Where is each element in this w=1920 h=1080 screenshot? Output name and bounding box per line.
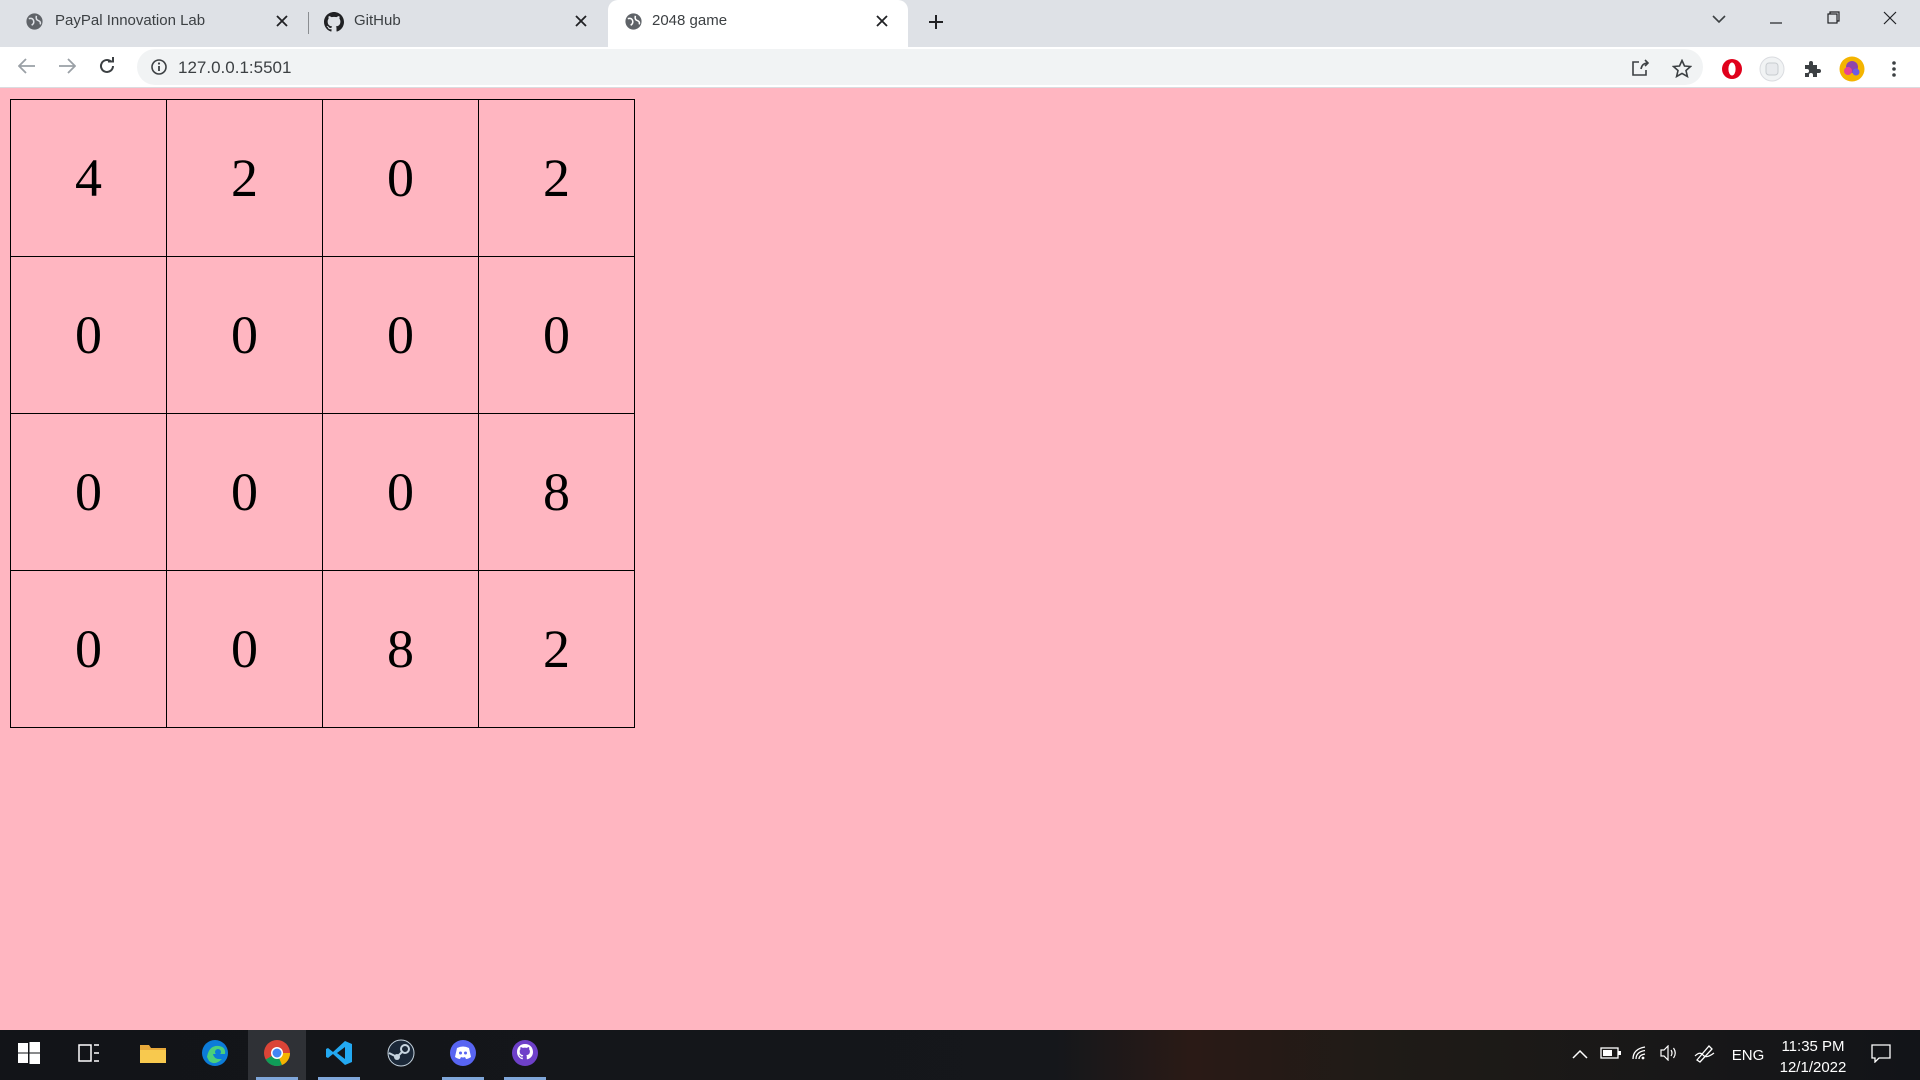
clock-date: 12/1/2022 <box>1779 1059 1847 1076</box>
info-icon[interactable] <box>150 58 168 76</box>
extension-icon[interactable] <box>1758 55 1786 83</box>
pen-icon <box>1694 1043 1716 1068</box>
vscode-button[interactable] <box>310 1030 368 1080</box>
chrome-icon <box>263 1039 291 1072</box>
vscode-icon <box>325 1039 353 1072</box>
battery-button[interactable] <box>1598 1030 1624 1080</box>
grid-cell: 0 <box>322 413 479 571</box>
grid-cell: 0 <box>10 413 167 571</box>
board-row: 4 2 0 2 <box>10 99 635 257</box>
grid-cell: 8 <box>322 570 479 728</box>
tab-paypal[interactable]: PayPal Innovation Lab <box>0 0 304 42</box>
grid-cell: 0 <box>10 570 167 728</box>
discord-icon <box>449 1039 477 1072</box>
volume-button[interactable] <box>1656 1030 1682 1080</box>
wifi-icon <box>1631 1045 1651 1066</box>
forward-button[interactable] <box>52 53 82 83</box>
board-row: 0 0 8 2 <box>10 570 635 728</box>
start-button[interactable] <box>0 1030 58 1080</box>
tab-github[interactable]: GitHub <box>307 0 607 42</box>
windows-taskbar: ENG 11:35 PM 12/1/2022 <box>0 1030 1920 1080</box>
address-bar[interactable]: 127.0.0.1:5501 <box>137 49 1703 85</box>
github-desktop-button[interactable] <box>496 1030 554 1080</box>
chrome-button[interactable] <box>248 1030 306 1080</box>
close-icon[interactable] <box>272 11 292 31</box>
battery-icon <box>1600 1046 1622 1065</box>
chevron-up-icon <box>1572 1046 1588 1064</box>
task-view-button[interactable] <box>60 1030 118 1080</box>
grid-cell: 0 <box>478 256 635 414</box>
globe-icon <box>25 12 44 31</box>
grid-cell: 0 <box>166 570 323 728</box>
board-row: 0 0 0 0 <box>10 256 635 414</box>
grid-cell: 2 <box>166 99 323 257</box>
grid-cell: 4 <box>10 99 167 257</box>
github-icon <box>324 12 344 32</box>
menu-kebab-icon[interactable] <box>1880 55 1908 83</box>
grid-cell: 0 <box>166 413 323 571</box>
network-button[interactable] <box>1628 1030 1654 1080</box>
new-tab-button[interactable] <box>923 9 949 35</box>
tab-title: 2048 game <box>652 12 728 29</box>
bookmark-star-icon[interactable] <box>1670 56 1694 80</box>
minimize-button[interactable] <box>1756 6 1796 34</box>
extensions-puzzle-icon[interactable] <box>1798 55 1826 83</box>
close-icon[interactable] <box>571 11 591 31</box>
notification-icon <box>1871 1043 1891 1068</box>
grid-cell: 8 <box>478 413 635 571</box>
tab-strip: PayPal Innovation Lab GitHub 2048 game <box>0 0 1920 47</box>
game-board: 4 2 0 2 0 0 0 0 0 0 0 8 0 0 8 2 <box>10 99 635 728</box>
show-hidden-icons-button[interactable] <box>1568 1030 1592 1080</box>
steam-button[interactable] <box>372 1030 430 1080</box>
arrow-right-icon <box>58 57 77 79</box>
share-icon[interactable] <box>1629 56 1653 80</box>
grid-cell: 0 <box>322 256 479 414</box>
windows-start-icon <box>18 1041 40 1069</box>
restore-icon <box>1826 11 1840 29</box>
task-view-icon <box>77 1042 101 1069</box>
close-icon[interactable] <box>872 11 892 31</box>
minimize-icon <box>1770 11 1782 29</box>
browser-toolbar: 127.0.0.1:5501 <box>0 47 1920 88</box>
tab-2048-game[interactable]: 2048 game <box>608 0 908 47</box>
github-desktop-icon <box>511 1039 539 1072</box>
language-indicator[interactable]: ENG <box>1728 1030 1768 1080</box>
reload-button[interactable] <box>92 53 122 83</box>
action-center-button[interactable] <box>1864 1030 1898 1080</box>
clock-time: 11:35 PM <box>1781 1038 1845 1055</box>
edge-icon <box>201 1039 229 1072</box>
grid-cell: 0 <box>166 256 323 414</box>
pen-workspace-button[interactable] <box>1690 1030 1720 1080</box>
reload-icon <box>98 56 116 80</box>
chevron-down-icon <box>1712 11 1726 29</box>
close-window-button[interactable] <box>1870 6 1910 34</box>
board-row: 0 0 0 8 <box>10 413 635 571</box>
grid-cell: 2 <box>478 570 635 728</box>
restore-button[interactable] <box>1813 6 1853 34</box>
steam-icon <box>387 1039 415 1072</box>
clock[interactable]: 11:35 PM 12/1/2022 <box>1768 1036 1858 1078</box>
tab-title: GitHub <box>354 12 401 29</box>
edge-button[interactable] <box>186 1030 244 1080</box>
grid-cell: 0 <box>322 99 479 257</box>
arrow-left-icon <box>17 57 36 79</box>
discord-button[interactable] <box>434 1030 492 1080</box>
file-explorer-icon <box>139 1041 167 1070</box>
globe-icon <box>624 12 643 31</box>
close-icon <box>1883 11 1897 30</box>
language-label: ENG <box>1731 1046 1765 1064</box>
url-text[interactable]: 127.0.0.1:5501 <box>178 58 291 78</box>
tab-search-button[interactable] <box>1699 6 1739 34</box>
back-button[interactable] <box>12 53 42 83</box>
grid-cell: 0 <box>10 256 167 414</box>
profile-avatar[interactable] <box>1838 55 1866 83</box>
speaker-icon <box>1659 1044 1679 1066</box>
tab-title: PayPal Innovation Lab <box>55 12 206 29</box>
opera-extension-icon[interactable] <box>1718 55 1746 83</box>
file-explorer-button[interactable] <box>124 1030 182 1080</box>
grid-cell: 2 <box>478 99 635 257</box>
